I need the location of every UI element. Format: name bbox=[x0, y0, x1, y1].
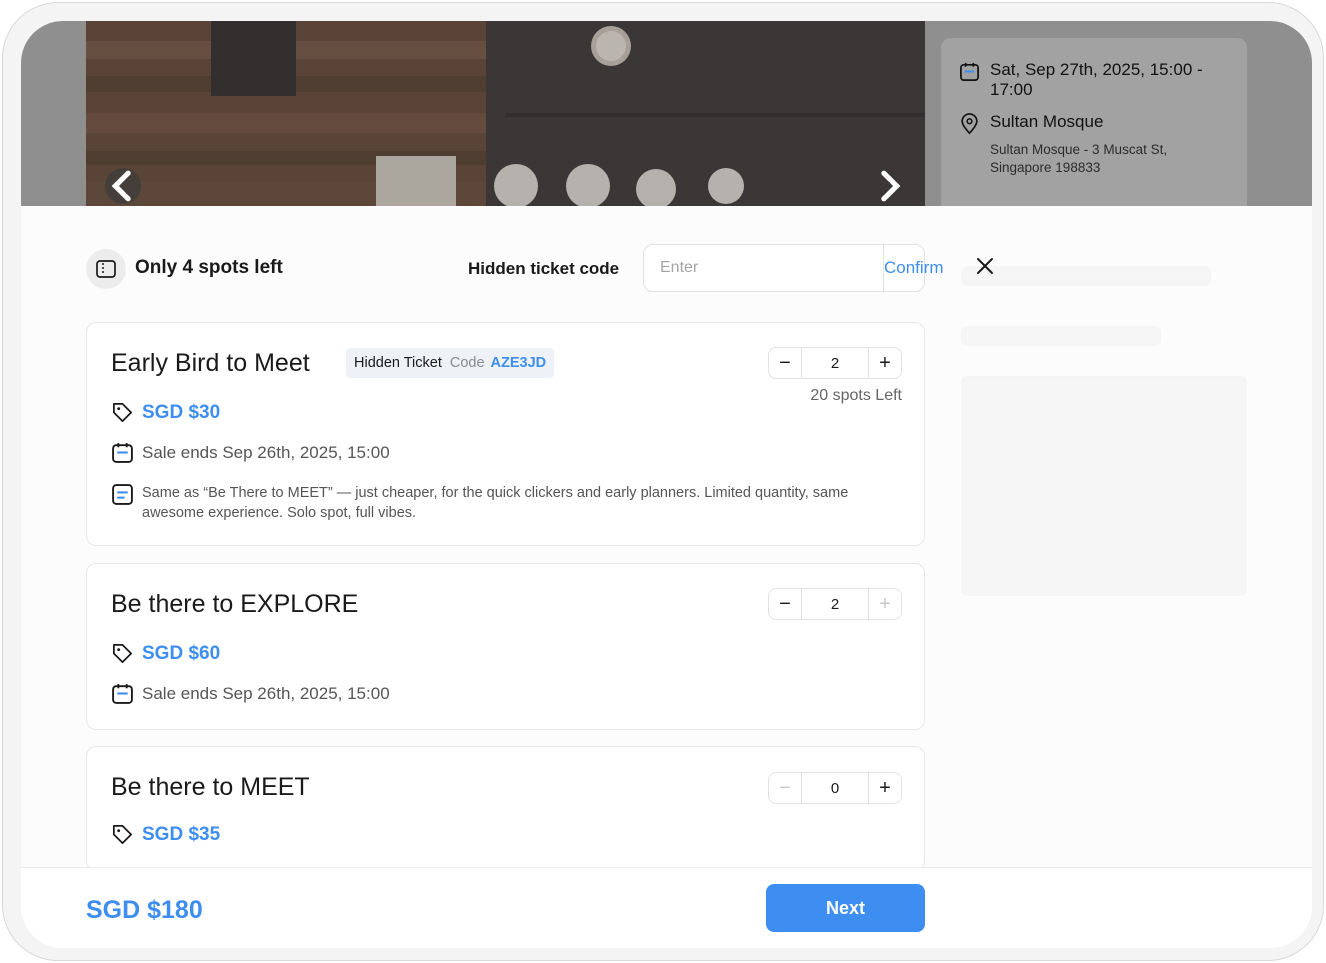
next-button[interactable]: Next bbox=[766, 884, 925, 932]
calendar-icon bbox=[112, 684, 133, 704]
increment-button[interactable]: + bbox=[869, 773, 901, 803]
increment-button[interactable]: + bbox=[869, 589, 901, 619]
sale-end-row: Sale ends Sep 26th, 2025, 15:00 bbox=[111, 682, 390, 705]
price-row: SGD $60 bbox=[111, 642, 220, 665]
ticket-selection-panel: Only 4 spots left Hidden ticket code Con… bbox=[21, 206, 1312, 948]
ticket-title: Be there to MEET bbox=[111, 773, 310, 801]
hidden-ticket-tag: Hidden Ticket Code AZE3JD bbox=[346, 348, 555, 378]
description-icon bbox=[112, 484, 133, 505]
quantity-stepper: − 2 + bbox=[768, 347, 902, 379]
quantity-value: 2 bbox=[801, 348, 869, 378]
price-tag-icon bbox=[113, 403, 132, 422]
ticket-price: SGD $60 bbox=[142, 642, 221, 664]
price-row: SGD $35 bbox=[111, 823, 220, 846]
ticket-icon bbox=[96, 260, 116, 278]
hidden-code-label: Hidden ticket code bbox=[468, 259, 620, 278]
ticket-card-early-bird: Early Bird to Meet Hidden Ticket Code AZ… bbox=[86, 322, 925, 546]
ticket-card-meet: Be there to MEET − 0 + SGD $35 bbox=[86, 746, 925, 871]
price-row: SGD $30 bbox=[111, 401, 220, 424]
decrement-button[interactable]: − bbox=[769, 589, 801, 619]
hero-next-button[interactable] bbox=[871, 168, 907, 204]
chevron-right-icon bbox=[881, 170, 901, 202]
description-row: Same as “Be There to MEET” — just cheape… bbox=[111, 483, 902, 523]
event-date-row: Sat, Sep 27th, 2025, 15:00 - 17:00 bbox=[959, 60, 1229, 100]
ticket-title: Early Bird to Meet bbox=[111, 349, 310, 377]
ticket-description: Same as “Be There to MEET” — just cheape… bbox=[142, 485, 849, 521]
ticket-code: AZE3JD bbox=[490, 355, 547, 371]
quantity-stepper: − 0 + bbox=[768, 772, 902, 804]
checkout-footer: SGD $180 Next bbox=[21, 867, 1312, 948]
calendar-icon bbox=[960, 62, 979, 81]
hidden-code-input[interactable] bbox=[644, 245, 883, 291]
sale-end-date: Sale ends Sep 26th, 2025, 15:00 bbox=[142, 683, 390, 703]
hidden-ticket-label: Hidden Ticket bbox=[354, 355, 442, 371]
confirm-code-button[interactable]: Confirm bbox=[883, 245, 944, 291]
ticket-toolbar: Only 4 spots left Hidden ticket code Con… bbox=[86, 244, 944, 292]
spots-left-count: 20 spots Left bbox=[810, 387, 902, 404]
price-tag-icon bbox=[113, 825, 132, 844]
spots-left-text: Only 4 spots left bbox=[135, 257, 283, 278]
event-date: Sat, Sep 27th, 2025, 15:00 - 17:00 bbox=[990, 60, 1203, 99]
cafe-photo bbox=[86, 21, 925, 206]
decrement-button[interactable]: − bbox=[769, 348, 801, 378]
close-icon bbox=[977, 258, 993, 274]
price-tag-icon bbox=[113, 644, 132, 663]
device-frame: Sat, Sep 27th, 2025, 15:00 - 17:00 Sulta… bbox=[2, 2, 1324, 961]
spots-badge bbox=[86, 249, 126, 289]
close-button[interactable] bbox=[973, 254, 997, 278]
ticket-card-explore: Be there to EXPLORE − 2 + SGD $60 Sale e… bbox=[86, 563, 925, 730]
quantity-stepper: − 2 + bbox=[768, 588, 902, 620]
order-total: SGD $180 bbox=[86, 896, 203, 924]
decrement-button[interactable]: − bbox=[769, 773, 801, 803]
hero-prev-button[interactable] bbox=[105, 168, 141, 204]
quantity-value: 2 bbox=[801, 589, 869, 619]
hidden-code-box: Confirm bbox=[643, 244, 944, 292]
code-label: Code bbox=[449, 355, 485, 371]
location-pin-icon bbox=[961, 113, 978, 135]
quantity-value: 0 bbox=[801, 773, 869, 803]
increment-button[interactable]: + bbox=[869, 348, 901, 378]
event-address: Sultan Mosque - 3 Muscat St, Singapore 1… bbox=[990, 142, 1168, 175]
background-page: Sat, Sep 27th, 2025, 15:00 - 17:00 Sulta… bbox=[21, 21, 1312, 206]
event-info-card: Sat, Sep 27th, 2025, 15:00 - 17:00 Sulta… bbox=[941, 38, 1247, 206]
event-location-row: Sultan Mosque bbox=[959, 112, 1229, 135]
calendar-icon bbox=[112, 443, 133, 463]
hero-image bbox=[86, 21, 925, 206]
event-location: Sultan Mosque bbox=[990, 112, 1104, 131]
chevron-left-icon bbox=[111, 170, 131, 202]
ticket-title: Be there to EXPLORE bbox=[111, 590, 359, 618]
screen: Sat, Sep 27th, 2025, 15:00 - 17:00 Sulta… bbox=[21, 21, 1312, 948]
ticket-price: SGD $35 bbox=[142, 823, 221, 845]
sale-end-date: Sale ends Sep 26th, 2025, 15:00 bbox=[142, 442, 390, 462]
sale-end-row: Sale ends Sep 26th, 2025, 15:00 bbox=[111, 441, 390, 464]
ticket-price: SGD $30 bbox=[142, 401, 221, 423]
